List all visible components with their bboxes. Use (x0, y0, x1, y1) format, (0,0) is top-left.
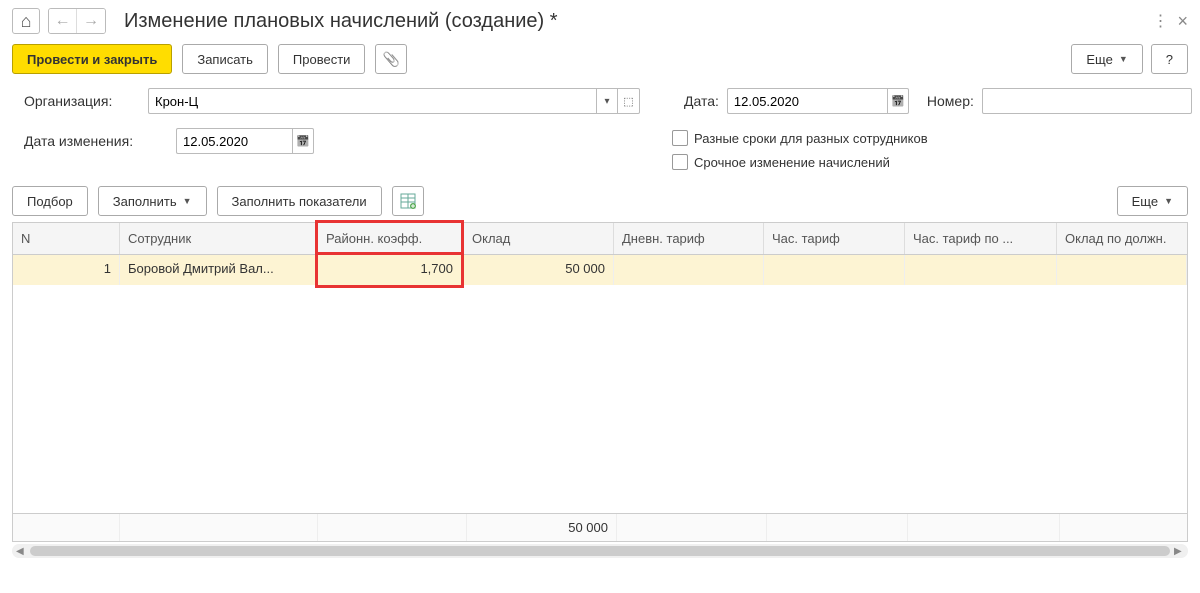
different-terms-label: Разные сроки для разных сотрудников (694, 131, 928, 146)
cell-coef[interactable]: 1,700 (315, 252, 464, 288)
different-terms-checkbox[interactable] (672, 130, 688, 146)
date-label: Дата: (684, 93, 719, 109)
cell-employee[interactable]: Боровой Дмитрий Вал... (120, 255, 318, 285)
chevron-down-icon: ▼ (1164, 196, 1173, 206)
home-button[interactable] (12, 8, 40, 34)
open-icon (623, 95, 633, 108)
cell-hour-rate[interactable] (764, 255, 905, 285)
change-date-picker-button[interactable] (292, 128, 314, 154)
org-dropdown-button[interactable]: ▾ (596, 88, 618, 114)
table-body: 1 Боровой Дмитрий Вал... 1,700 50 000 (13, 255, 1187, 513)
more-button[interactable]: Еще▼ (1071, 44, 1142, 74)
col-hour-rate-header[interactable]: Час. тариф (764, 223, 905, 254)
date-picker-button[interactable] (887, 88, 909, 114)
change-date-input[interactable] (176, 128, 292, 154)
employee-table: N Сотрудник Районн. коэфф. Оклад Дневн. … (12, 222, 1188, 542)
table-more-button[interactable]: Еще▼ (1117, 186, 1188, 216)
cell-hour-rate-pos[interactable] (905, 255, 1057, 285)
calendar-icon (296, 135, 310, 148)
home-icon (21, 11, 32, 32)
menu-dots-icon[interactable]: ⋮ (1152, 11, 1167, 31)
close-icon[interactable]: × (1177, 11, 1188, 32)
columns-button[interactable] (392, 186, 424, 216)
org-input[interactable] (148, 88, 596, 114)
cell-salary-pos[interactable] (1057, 255, 1187, 285)
attach-button[interactable] (375, 44, 407, 74)
scroll-thumb[interactable] (30, 546, 1170, 556)
footer-salary-total: 50 000 (467, 514, 617, 541)
col-hour-rate-pos-header[interactable]: Час. тариф по ... (905, 223, 1057, 254)
fill-button[interactable]: Заполнить▼ (98, 186, 207, 216)
table-footer: 50 000 (13, 513, 1187, 541)
save-button[interactable]: Записать (182, 44, 268, 74)
nav-forward-button[interactable]: → (77, 9, 105, 33)
number-input[interactable] (982, 88, 1192, 114)
help-button[interactable]: ? (1151, 44, 1188, 74)
chevron-down-icon: ▼ (183, 196, 192, 206)
col-employee-header[interactable]: Сотрудник (120, 223, 318, 254)
urgent-change-checkbox[interactable] (672, 154, 688, 170)
calendar-icon (891, 95, 905, 108)
number-label: Номер: (927, 93, 974, 109)
paperclip-icon (383, 51, 400, 68)
post-and-close-button[interactable]: Провести и закрыть (12, 44, 172, 74)
org-label: Организация: (24, 93, 140, 109)
table-header: N Сотрудник Районн. коэфф. Оклад Дневн. … (13, 223, 1187, 255)
urgent-change-label: Срочное изменение начислений (694, 155, 890, 170)
cell-n[interactable]: 1 (13, 255, 120, 285)
fill-indicators-button[interactable]: Заполнить показатели (217, 186, 382, 216)
col-day-rate-header[interactable]: Дневн. тариф (614, 223, 764, 254)
scroll-right-icon[interactable]: ▶ (1174, 546, 1184, 557)
col-salary-header[interactable]: Оклад (464, 223, 614, 254)
nav-back-button[interactable]: ← (49, 9, 77, 33)
nav-group: ← → (48, 8, 106, 34)
select-button[interactable]: Подбор (12, 186, 88, 216)
change-date-label: Дата изменения: (24, 133, 168, 149)
scroll-left-icon[interactable]: ◀ (16, 546, 26, 557)
grid-icon (400, 193, 416, 209)
post-button[interactable]: Провести (278, 44, 366, 74)
cell-salary[interactable]: 50 000 (464, 255, 614, 285)
org-open-button[interactable] (618, 88, 640, 114)
horizontal-scrollbar[interactable]: ◀ ▶ (12, 544, 1188, 558)
col-n-header[interactable]: N (13, 223, 120, 254)
col-coef-header[interactable]: Районн. коэфф. (315, 220, 464, 254)
page-title: Изменение плановых начислений (создание)… (124, 10, 558, 33)
col-salary-pos-header[interactable]: Оклад по должн. (1057, 223, 1187, 254)
table-row[interactable]: 1 Боровой Дмитрий Вал... 1,700 50 000 (13, 255, 1187, 285)
chevron-down-icon: ▼ (1119, 54, 1128, 64)
date-input[interactable] (727, 88, 887, 114)
cell-day-rate[interactable] (614, 255, 764, 285)
